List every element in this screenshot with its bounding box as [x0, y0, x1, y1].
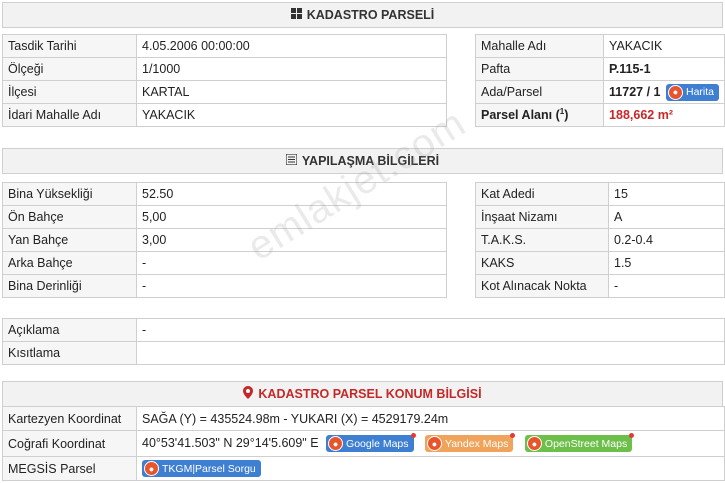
table-row: İnşaat Nizamı A — [475, 205, 725, 229]
table-row: MEGSİS Parsel ● TKGM|Parsel Sorgu — [2, 456, 725, 481]
table-row: Arka Bahçe - — [2, 251, 447, 275]
harita-button[interactable]: ● Harita — [665, 83, 719, 101]
row-value: A — [608, 205, 725, 229]
row-value: 15 — [608, 182, 725, 206]
ada-parsel-cell: 11727 / 1 ● Harita — [603, 80, 725, 104]
megsis-cell: ● TKGM|Parsel Sorgu — [136, 456, 725, 481]
cografi-cell: 40°53'41.503" N 29°14'5.609" E ● Google M… — [136, 430, 725, 457]
harita-button-label: Harita — [685, 86, 714, 98]
parsel-alani-label: Parsel Alanı (1) — [474, 103, 605, 127]
notes-table: Açıklama - Kısıtlama — [2, 318, 725, 365]
table-row: Bina Yüksekliği 52.50 — [2, 182, 447, 206]
row-value: KARTAL — [136, 80, 447, 104]
row-value: YAKACIK — [603, 34, 725, 58]
row-value: 5,00 — [136, 205, 447, 229]
table-row: Kot Alınacak Nokta - — [475, 274, 725, 298]
aciklama-label: Açıklama — [2, 318, 137, 342]
row-value: 1/1000 — [136, 57, 447, 81]
map-marker-icon — [243, 386, 254, 402]
row-label: Mahalle Adı — [474, 34, 605, 58]
row-label: Pafta — [474, 57, 605, 81]
row-value: 0.2-0.4 — [608, 228, 725, 252]
table-row: Tasdik Tarihi 4.05.2006 00:00:00 — [2, 34, 447, 58]
row-value: 1.5 — [608, 251, 725, 275]
row-label: Kartezyen Koordinat — [2, 406, 137, 431]
table-row: İdari Mahalle Adı YAKACIK — [2, 103, 447, 127]
pafta-value: P.115-1 — [603, 57, 725, 81]
grid-icon — [290, 8, 302, 22]
row-label: Bina Yüksekliği — [2, 182, 137, 206]
row-label: Ada/Parsel — [474, 80, 605, 104]
table-row: Coğrafi Koordinat 40°53'41.503" N 29°14'… — [2, 430, 725, 457]
table-row: Kat Adedi 15 — [475, 182, 725, 206]
kisitlama-label: Kısıtlama — [2, 341, 137, 365]
row-value: - — [136, 251, 447, 275]
kartezyen-value: SAĞA (Y) = 435524.98m - YUKARI (X) = 452… — [136, 406, 725, 431]
table-row: Mahalle Adı YAKACIK — [474, 34, 725, 58]
map-pin-icon: ● — [144, 461, 159, 476]
row-label: Kot Alınacak Nokta — [475, 274, 609, 298]
table-row: Parsel Alanı (1) 188,662 m² — [474, 103, 725, 127]
row-label: Bina Derinliği — [2, 274, 137, 298]
map-pin-icon: ● — [328, 436, 344, 451]
row-label: Ölçeği — [2, 57, 137, 81]
konum-table: Kartezyen Koordinat SAĞA (Y) = 435524.98… — [2, 406, 725, 481]
row-label: KAKS — [475, 251, 609, 275]
ada-parsel-value: 11727 / 1 — [609, 84, 661, 99]
yandex-maps-button[interactable]: ● Yandex Maps — [424, 433, 516, 452]
tkgm-parsel-sorgu-button[interactable]: ● TKGM|Parsel Sorgu — [142, 460, 261, 477]
map-pin-icon: ● — [426, 436, 442, 451]
yapilasma-left-table: Bina Yüksekliği 52.50 Ön Bahçe 5,00 Yan Ba… — [2, 182, 447, 298]
table-row: Açıklama - — [2, 318, 725, 342]
table-row: Ada/Parsel 11727 / 1 ● Harita — [474, 80, 725, 104]
aciklama-value: - — [136, 318, 725, 342]
table-row: İlçesi KARTAL — [2, 80, 447, 104]
yapilasma-right-table: Kat Adedi 15 İnşaat Nizamı A T.A.K.S. 0.2-0… — [475, 182, 725, 298]
google-maps-button[interactable]: ● Google Maps — [326, 433, 416, 452]
table-row: KAKS 1.5 — [475, 251, 725, 275]
row-label: Coğrafi Koordinat — [2, 430, 137, 457]
row-label: İlçesi — [2, 80, 137, 104]
table-row: T.A.K.S. 0.2-0.4 — [475, 228, 725, 252]
table-row: Ön Bahçe 5,00 — [2, 205, 447, 229]
row-value: - — [608, 274, 725, 298]
row-value: YAKACIK — [136, 103, 447, 127]
table-row: Pafta P.115-1 — [474, 57, 725, 81]
row-value: 4.05.2006 00:00:00 — [136, 34, 447, 58]
parsel-alani-value: 188,662 m² — [603, 103, 725, 127]
table-row: Kartezyen Koordinat SAĞA (Y) = 435524.98… — [2, 406, 725, 431]
map-pin-icon: ● — [667, 84, 683, 100]
row-label: Arka Bahçe — [2, 251, 137, 275]
konum-header: KADASTRO PARSEL KONUM BİLGİSİ — [2, 381, 723, 407]
row-label: Kat Adedi — [475, 182, 609, 206]
table-row: Ölçeği 1/1000 — [2, 57, 447, 81]
row-label: T.A.K.S. — [475, 228, 609, 252]
yapilasma-header: YAPILAŞMA BİLGİLERİ — [2, 148, 723, 174]
cografi-value: 40°53'41.503" N 29°14'5.609" E — [142, 435, 319, 450]
list-icon — [285, 153, 298, 168]
openstreet-maps-button[interactable]: ● OpenStreet Maps — [524, 433, 635, 452]
row-value: 52.50 — [136, 182, 447, 206]
row-label: Ön Bahçe — [2, 205, 137, 229]
table-row: Kısıtlama — [2, 341, 725, 365]
map-pin-icon: ● — [526, 436, 542, 451]
kadastro-title: KADASTRO PARSELİ — [306, 8, 435, 22]
row-label: İnşaat Nizamı — [475, 205, 609, 229]
kisitlama-value — [136, 341, 725, 365]
row-value: - — [136, 274, 447, 298]
kadastro-header: KADASTRO PARSELİ — [2, 2, 723, 28]
konum-title: KADASTRO PARSEL KONUM BİLGİSİ — [258, 387, 482, 401]
row-value: 3,00 — [136, 228, 447, 252]
yapilasma-title: YAPILAŞMA BİLGİLERİ — [301, 154, 440, 168]
row-label: MEGSİS Parsel — [2, 456, 137, 481]
kadastro-left-table: Tasdik Tarihi 4.05.2006 00:00:00 Ölçeği … — [2, 34, 447, 127]
table-row: Bina Derinliği - — [2, 274, 447, 298]
table-row: Yan Bahçe 3,00 — [2, 228, 447, 252]
row-label: İdari Mahalle Adı — [2, 103, 137, 127]
kadastro-right-table: Mahalle Adı YAKACIK Pafta P.115-1 Ada/Pa… — [474, 34, 725, 127]
row-label: Yan Bahçe — [2, 228, 137, 252]
row-label: Tasdik Tarihi — [2, 34, 137, 58]
